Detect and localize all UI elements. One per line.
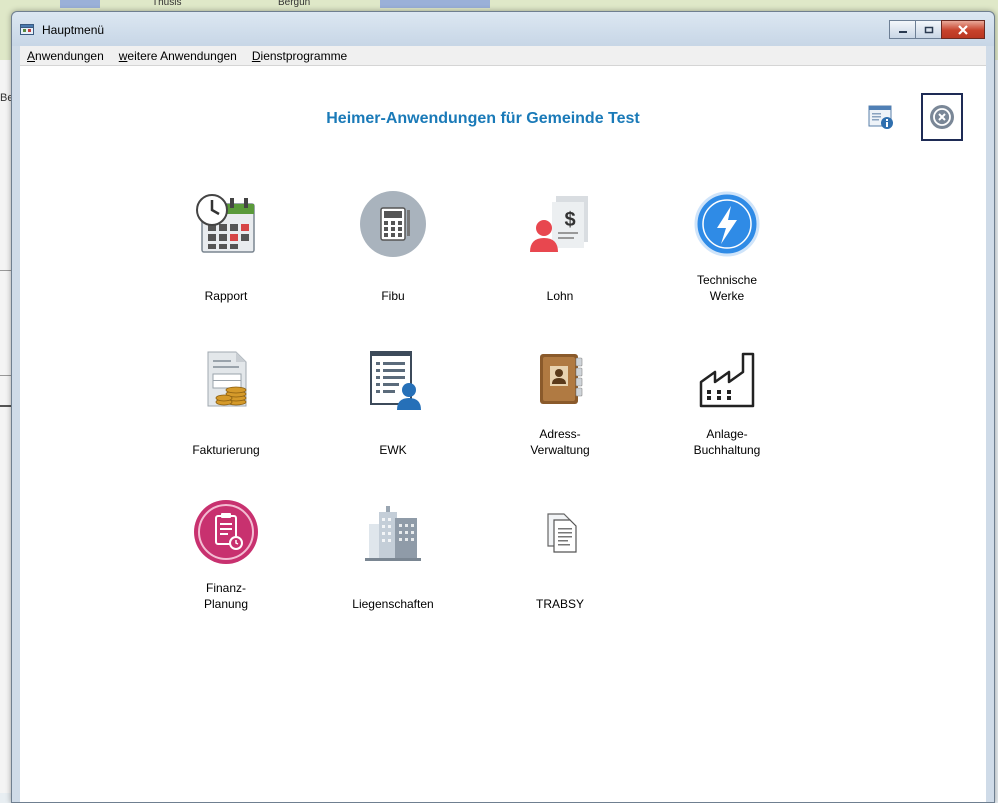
tile-label: Fibu bbox=[381, 289, 405, 303]
tile-anlage-buchhaltung[interactable]: Anlage- Buchhaltung bbox=[657, 340, 797, 460]
tile-label: Technische bbox=[696, 273, 758, 287]
tile-technische-werke[interactable]: Technische Werke bbox=[657, 186, 797, 306]
title-bar[interactable]: Hauptmenü bbox=[12, 12, 994, 46]
tile-label-line2: Verwaltung bbox=[530, 443, 590, 457]
window-title: Hauptmenü bbox=[42, 23, 105, 37]
tile-label: Liegenschaften bbox=[352, 597, 434, 611]
main-content: Heimer-Anwendungen für Gemeinde Test Rap… bbox=[20, 66, 986, 802]
menu-mnemonic: D bbox=[251, 48, 261, 63]
lightning-icon bbox=[694, 191, 760, 257]
window-controls bbox=[889, 20, 985, 39]
tile-label-line2: Buchhaltung bbox=[693, 443, 761, 457]
close-app-button[interactable] bbox=[921, 93, 963, 141]
page-title: Heimer-Anwendungen für Gemeinde Test bbox=[326, 110, 640, 127]
tile-label: Rapport bbox=[204, 289, 248, 303]
resident-register-icon bbox=[370, 351, 421, 410]
tile-lohn[interactable]: $ Lohn bbox=[490, 186, 630, 306]
close-circle-icon bbox=[930, 105, 954, 129]
documents-icon bbox=[547, 513, 577, 553]
tile-adress-verwaltung[interactable]: Adress- Verwaltung bbox=[490, 340, 630, 460]
maximize-icon bbox=[924, 26, 933, 33]
tile-fakturierung[interactable]: Fakturierung bbox=[156, 340, 296, 460]
tile-label: Adress- bbox=[539, 427, 581, 441]
calendar-clock-icon bbox=[196, 194, 255, 253]
invoice-coins-icon bbox=[207, 351, 247, 407]
calculator-icon bbox=[360, 191, 426, 257]
factory-icon bbox=[699, 352, 755, 408]
menu-dienstprogramme[interactable]: Dienstprogramme bbox=[252, 49, 347, 63]
tile-liegenschaften[interactable]: Liegenschaften bbox=[323, 494, 463, 614]
map-water bbox=[60, 0, 100, 8]
tile-trabsy[interactable]: TRABSY bbox=[490, 494, 630, 614]
payroll-icon: $ bbox=[530, 196, 588, 252]
tile-label: Anlage- bbox=[706, 427, 748, 441]
map-label-thusis: Thusis bbox=[152, 0, 182, 8]
close-icon bbox=[958, 24, 968, 35]
tile-label: Fakturierung bbox=[192, 443, 260, 457]
map-label-bergun: Bergün bbox=[278, 0, 311, 8]
tile-label-line2: Planung bbox=[203, 597, 249, 611]
finance-plan-icon bbox=[194, 500, 258, 564]
minimize-icon bbox=[898, 30, 907, 33]
menu-label: eitere Anwendungen bbox=[127, 48, 237, 63]
buildings-icon bbox=[365, 506, 421, 561]
menu-label: nwendungen bbox=[35, 48, 104, 63]
window-info-icon bbox=[868, 105, 893, 129]
tile-label: Finanz- bbox=[205, 581, 246, 595]
tile-rapport[interactable]: Rapport bbox=[156, 186, 296, 306]
tile-fibu[interactable]: Fibu bbox=[323, 186, 463, 306]
minimize-button[interactable] bbox=[889, 20, 916, 39]
menu-weitere-anwendungen[interactable]: weitere Anwendungen bbox=[119, 49, 237, 63]
window-app-icon bbox=[20, 24, 34, 35]
menu-label: ienstprogramme bbox=[260, 48, 348, 63]
tile-label: Lohn bbox=[546, 289, 574, 303]
menu-bar: Anwendungen weitere Anwendungen Dienstpr… bbox=[20, 46, 986, 66]
map-water bbox=[380, 0, 490, 8]
tile-finanz-planung[interactable]: Finanz- Planung bbox=[156, 494, 296, 614]
svg-text:$: $ bbox=[564, 209, 575, 231]
tile-ewk[interactable]: EWK bbox=[323, 340, 463, 460]
main-window: Hauptmenü Anwendungen weitere Anwendunge… bbox=[11, 11, 995, 803]
tile-label: EWK bbox=[379, 443, 407, 457]
maximize-button[interactable] bbox=[915, 20, 942, 39]
info-button[interactable] bbox=[866, 102, 896, 132]
tile-label: TRABSY bbox=[535, 597, 584, 611]
close-window-button[interactable] bbox=[941, 20, 985, 39]
tile-label-line2: Werke bbox=[709, 289, 745, 303]
menu-mnemonic: A bbox=[27, 48, 36, 63]
menu-anwendungen[interactable]: Anwendungen bbox=[27, 49, 104, 63]
address-book-icon bbox=[540, 354, 583, 404]
